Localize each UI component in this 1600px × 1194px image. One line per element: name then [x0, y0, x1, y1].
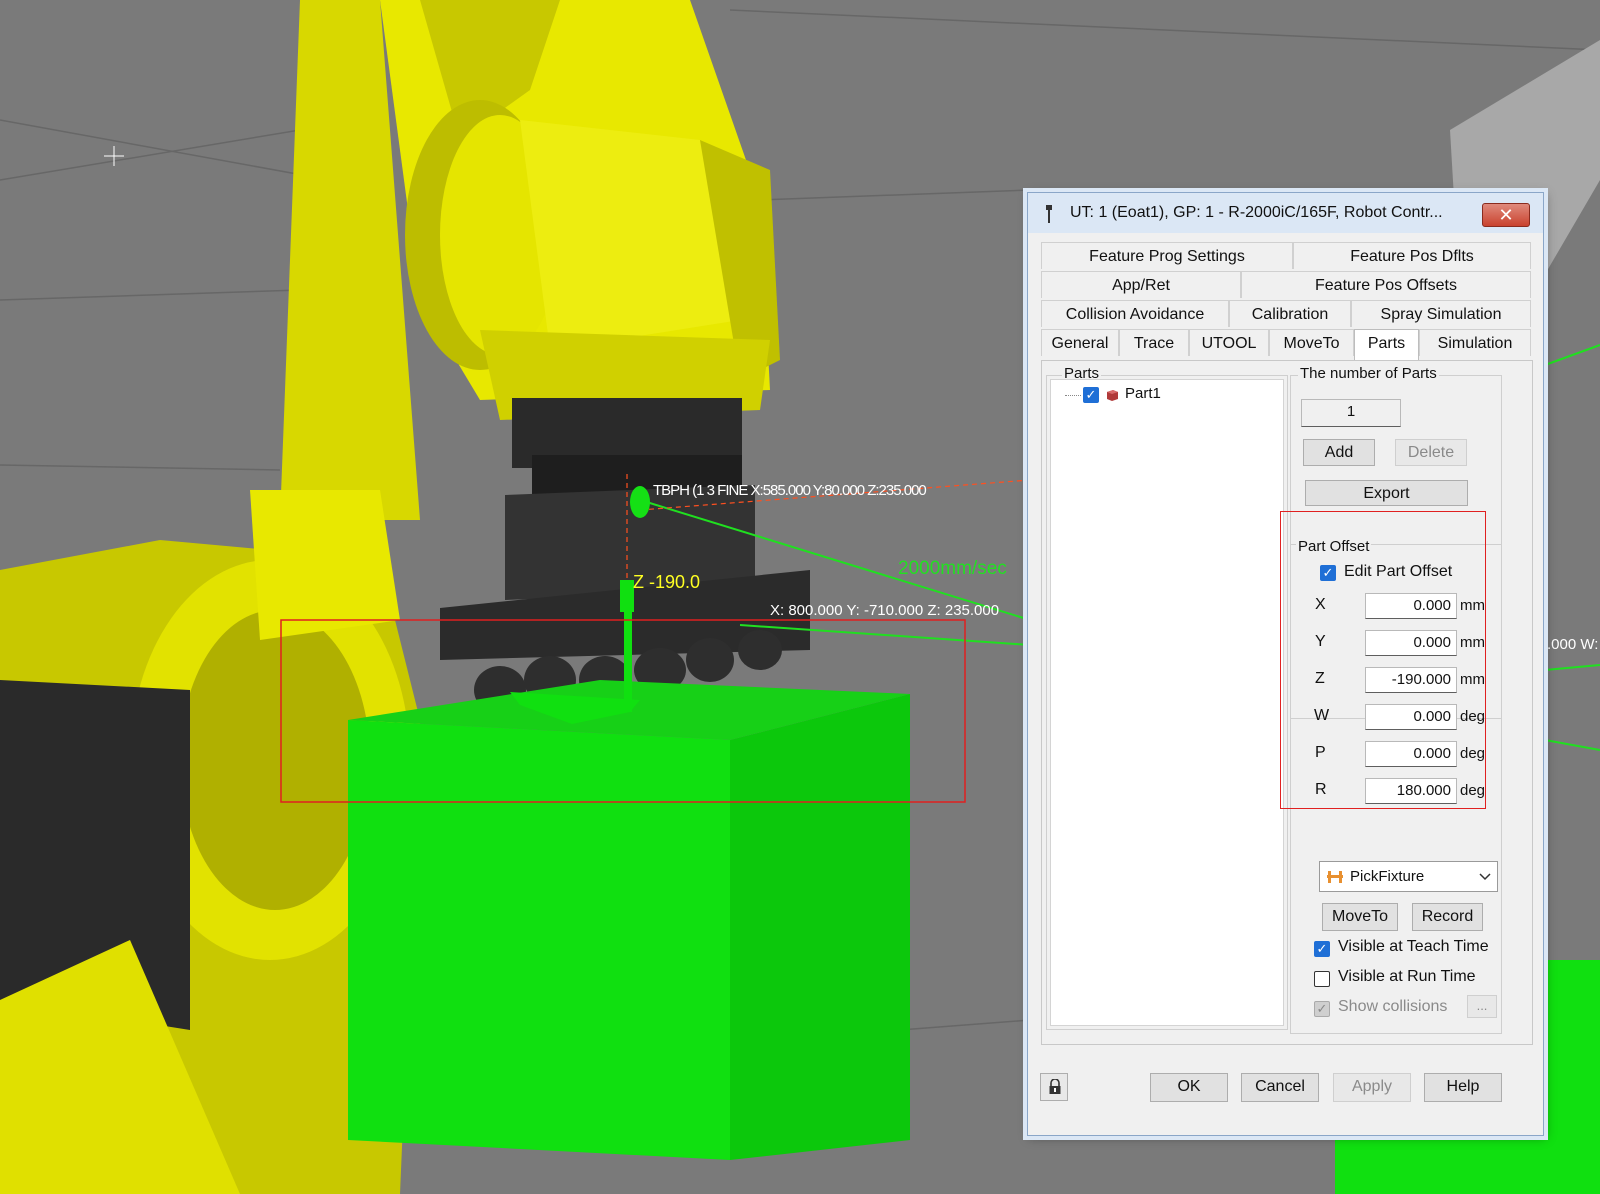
coordinate-label: X: 800.000 Y: -710.000 Z: 235.000: [770, 602, 1000, 619]
number-of-parts-label: The number of Parts: [1298, 365, 1439, 382]
part1-checkbox[interactable]: ✓: [1083, 387, 1099, 403]
help-button[interactable]: Help: [1424, 1073, 1502, 1102]
visible-teach-label[interactable]: Visible at Teach Time: [1338, 938, 1489, 956]
delete-part-button[interactable]: Delete: [1395, 439, 1467, 466]
show-collisions-checkbox[interactable]: ✓: [1314, 1001, 1330, 1017]
lock-icon: [1049, 1079, 1061, 1094]
tab-parts[interactable]: Parts: [1354, 329, 1419, 360]
dialog-title: UT: 1 (Eoat1), GP: 1 - R-2000iC/165F, Ro…: [1070, 204, 1443, 221]
tab-feature-prog-settings[interactable]: Feature Prog Settings: [1041, 242, 1293, 269]
export-button[interactable]: Export: [1305, 480, 1468, 506]
fixture-select-value: PickFixture: [1350, 868, 1425, 885]
tab-strip: Feature Prog Settings Feature Pos Dflts …: [1041, 242, 1531, 362]
tab-feature-pos-dflts[interactable]: Feature Pos Dflts: [1293, 242, 1531, 269]
show-collisions-label[interactable]: Show collisions: [1338, 998, 1447, 1016]
part-box[interactable]: [348, 680, 910, 1160]
lock-button[interactable]: [1040, 1073, 1068, 1101]
part1-label: Part1: [1125, 385, 1161, 402]
titlebar: UT: 1 (Eoat1), GP: 1 - R-2000iC/165F, Ro…: [1028, 193, 1543, 233]
collision-settings-button[interactable]: ...: [1467, 995, 1497, 1018]
chevron-down-icon: [1479, 873, 1491, 881]
part-icon: [1107, 390, 1118, 401]
visible-run-label[interactable]: Visible at Run Time: [1338, 968, 1476, 986]
parts-tree[interactable]: ✓ Part1: [1050, 379, 1284, 1026]
tab-utool[interactable]: UTOOL: [1189, 329, 1269, 356]
record-button[interactable]: Record: [1412, 903, 1483, 931]
speed-label: 2000mm/sec: [898, 558, 1007, 579]
add-part-button[interactable]: Add: [1303, 439, 1375, 466]
tool-frame-label: TBPH (1 3 FINE X:585.000 Y:80.000 Z:235.…: [653, 482, 927, 499]
fixture-select[interactable]: PickFixture: [1319, 861, 1498, 892]
offset-highlight-rect: [1280, 511, 1486, 809]
tab-simulation[interactable]: Simulation: [1419, 329, 1531, 356]
number-of-parts-field: 1: [1301, 399, 1401, 427]
z-offset-label: Z -190.0: [633, 572, 701, 592]
tree-connector: [1065, 395, 1081, 396]
apply-button[interactable]: Apply: [1333, 1073, 1411, 1102]
tab-general[interactable]: General: [1041, 329, 1119, 356]
tool-icon: [1046, 205, 1052, 223]
tab-spray-simulation[interactable]: Spray Simulation: [1351, 300, 1531, 327]
fixture-icon: [1327, 871, 1343, 883]
moveto-button[interactable]: MoveTo: [1322, 903, 1398, 931]
visible-teach-checkbox[interactable]: ✓: [1314, 941, 1330, 957]
tab-trace[interactable]: Trace: [1119, 329, 1189, 356]
close-button[interactable]: ✕: [1482, 203, 1530, 227]
tab-moveto[interactable]: MoveTo: [1269, 329, 1354, 356]
tab-calibration[interactable]: Calibration: [1229, 300, 1351, 327]
tree-item-part1[interactable]: ✓ Part1: [1065, 385, 1185, 405]
ok-button[interactable]: OK: [1150, 1073, 1228, 1102]
tab-feature-pos-offsets[interactable]: Feature Pos Offsets: [1241, 271, 1531, 298]
edge-coordinate-label: .000 W:: [1547, 636, 1599, 653]
visible-run-checkbox[interactable]: [1314, 971, 1330, 987]
cancel-button[interactable]: Cancel: [1241, 1073, 1319, 1102]
tab-collision-avoidance[interactable]: Collision Avoidance: [1041, 300, 1229, 327]
properties-dialog: UT: 1 (Eoat1), GP: 1 - R-2000iC/165F, Ro…: [1027, 192, 1544, 1136]
tab-app-ret[interactable]: App/Ret: [1041, 271, 1241, 298]
